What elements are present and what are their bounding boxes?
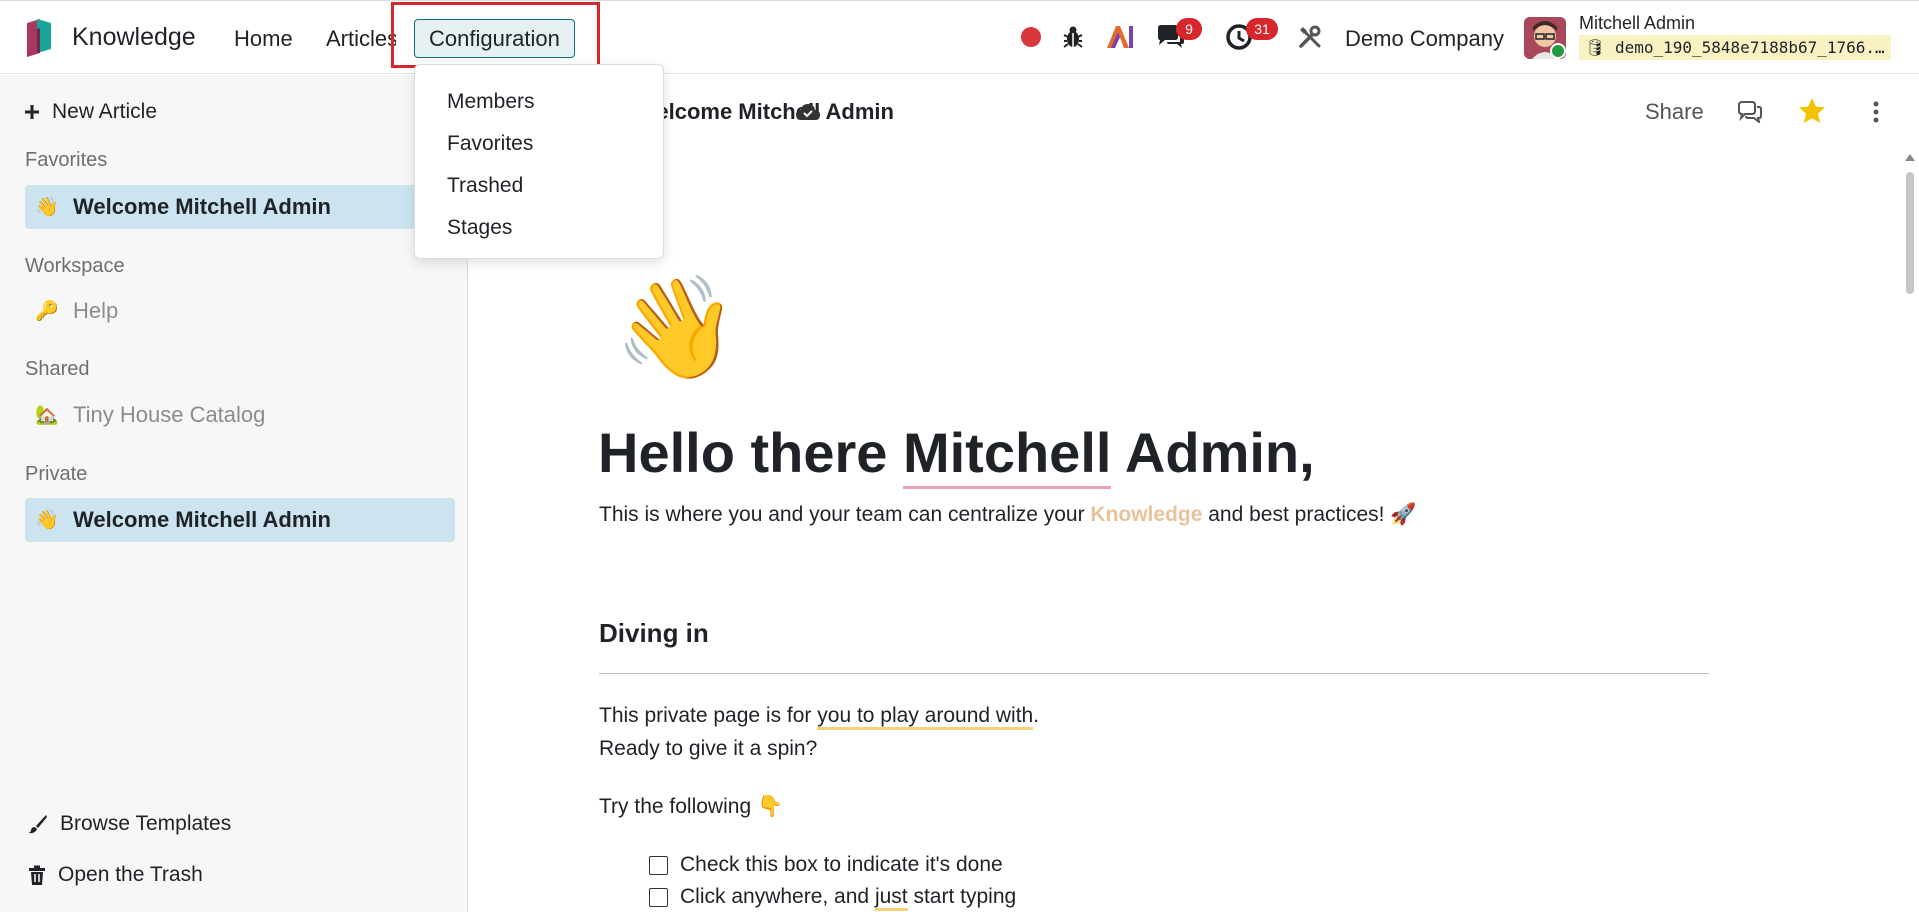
section-divider [599, 673, 1709, 674]
sidebar-item-label: Welcome Mitchell Admin [73, 194, 331, 219]
comments-icon[interactable] [1737, 101, 1763, 123]
new-article-button[interactable]: New Article [24, 100, 157, 124]
browse-templates-button[interactable]: Browse Templates [28, 812, 231, 836]
activities-count-badge: 31 [1246, 18, 1278, 40]
favorites-section-label: Favorites [25, 149, 108, 171]
knowledge-app-logo-icon[interactable] [24, 17, 54, 59]
sidebar-item-help[interactable]: 🔑 Help [25, 289, 455, 333]
content-scrollbar[interactable] [1903, 152, 1915, 912]
sidebar-item-tiny-house-catalog[interactable]: 🏡 Tiny House Catalog [25, 393, 455, 437]
menu-articles[interactable]: Articles [326, 26, 396, 52]
trash-icon [29, 865, 45, 885]
menu-configuration[interactable]: Configuration [414, 19, 575, 58]
sidebar-item-private-welcome[interactable]: 👋 Welcome Mitchell Admin [25, 498, 455, 542]
database-name[interactable]: 🛢 demo_190_5848e7188b67_1766... [1579, 35, 1891, 60]
checklist-item: Click anywhere, and just start typing [649, 885, 1016, 911]
database-icon: 🛢 [1585, 38, 1615, 57]
checklist-item-label[interactable]: Check this box to indicate it's done [680, 853, 1003, 877]
messages-count-badge: 9 [1176, 18, 1202, 40]
debug-bug-icon[interactable] [1061, 23, 1085, 51]
database-label: demo_190_5848e7188b67_1766... [1614, 38, 1891, 57]
shared-section-label: Shared [25, 358, 90, 380]
configuration-dropdown-menu: Members Favorites Trashed Stages [414, 64, 664, 259]
browse-templates-label: Browse Templates [60, 812, 232, 835]
article-breadcrumb-title[interactable]: Welcome Mitchell Admin [636, 99, 894, 125]
private-section-label: Private [25, 463, 88, 485]
paintbrush-icon [29, 815, 47, 834]
new-article-label: New Article [52, 100, 158, 123]
menu-item-members[interactable]: Members [415, 81, 663, 123]
share-button[interactable]: Share [1645, 99, 1704, 125]
paragraph-give-spin[interactable]: Ready to give it a spin? [599, 737, 817, 761]
scroll-up-arrow-icon[interactable] [1905, 154, 1915, 161]
checklist-item: Check this box to indicate it's done [649, 853, 1003, 877]
section-heading[interactable]: Diving in [599, 618, 709, 649]
plus-icon [25, 105, 39, 119]
menu-item-stages[interactable]: Stages [415, 207, 663, 249]
user-name[interactable]: Mitchell Admin [1579, 13, 1695, 34]
article-icon-waving-hand[interactable]: 👋 [614, 268, 739, 388]
cloud-saved-icon [796, 104, 820, 120]
menu-item-favorites[interactable]: Favorites [415, 123, 663, 165]
record-icon[interactable] [1020, 23, 1042, 51]
sidebar-item-label: Welcome Mitchell Admin [73, 507, 331, 532]
top-navbar: Knowledge Home Articles Configuration 9 … [0, 0, 1919, 74]
checklist-item-label[interactable]: Click anywhere, and just start typing [680, 885, 1016, 911]
settings-tools-icon[interactable] [1296, 23, 1324, 51]
checkbox[interactable] [649, 855, 668, 875]
scroll-thumb[interactable] [1906, 172, 1914, 294]
house-icon: 🏡 [35, 405, 59, 426]
paragraph-private-page[interactable]: This private page is for you to play aro… [599, 704, 1039, 730]
article-title[interactable]: Hello there Mitchell Admin, [598, 420, 1315, 489]
checkbox[interactable] [649, 887, 668, 907]
article-intro[interactable]: This is where you and your team can cent… [599, 503, 1417, 527]
menu-item-trashed[interactable]: Trashed [415, 165, 663, 207]
waving-hand-icon: 👋 [35, 197, 59, 218]
online-status-indicator [1550, 43, 1566, 59]
app-name[interactable]: Knowledge [72, 23, 196, 52]
paragraph-try-following[interactable]: Try the following 👇 [599, 795, 783, 819]
sidebar-item-label: Tiny House Catalog [73, 402, 266, 427]
key-icon: 🔑 [35, 301, 59, 322]
menu-home[interactable]: Home [234, 26, 293, 52]
sidebar-item-label: Help [73, 298, 119, 323]
open-trash-label: Open the Trash [58, 863, 203, 886]
waving-hand-icon: 👋 [35, 510, 59, 531]
open-trash-button[interactable]: Open the Trash [28, 863, 203, 887]
sidebar-item-favorite-welcome[interactable]: 👋 Welcome Mitchell Admin [25, 185, 455, 229]
sidebar: New Article Favorites 👋 Welcome Mitchell… [0, 75, 468, 912]
ai-icon[interactable] [1105, 23, 1135, 51]
favorite-star-icon[interactable] [1798, 97, 1826, 125]
company-switcher[interactable]: Demo Company [1345, 26, 1504, 52]
workspace-section-label: Workspace [25, 255, 125, 277]
more-options-icon[interactable] [1872, 101, 1880, 123]
